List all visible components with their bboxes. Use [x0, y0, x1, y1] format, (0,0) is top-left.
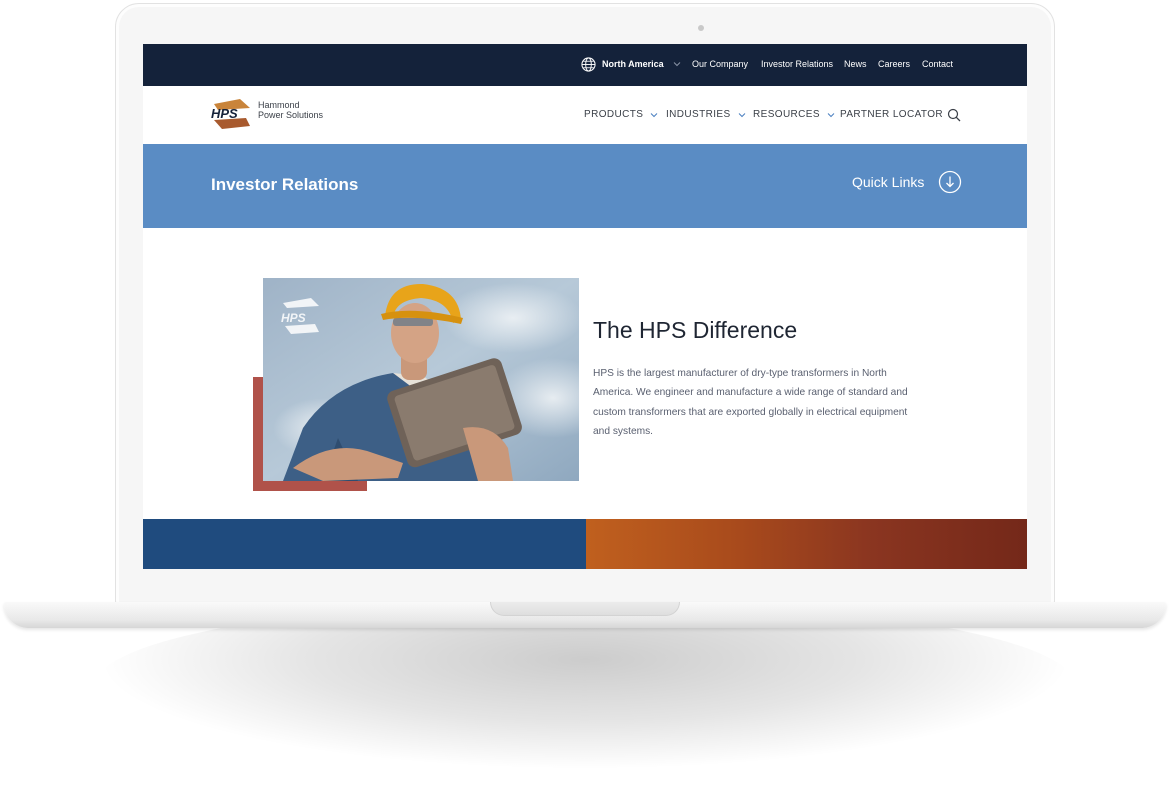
link-news[interactable]: News	[844, 59, 867, 69]
nav-industries[interactable]: INDUSTRIES	[666, 109, 746, 120]
hps-logo-mark: HPS	[211, 99, 250, 129]
section-body: HPS is the largest manufacturer of dry-t…	[593, 368, 908, 437]
svg-text:HPS: HPS	[281, 311, 306, 325]
link-careers[interactable]: Careers	[878, 59, 910, 69]
logo-line-2: Power Solutions	[258, 110, 324, 120]
arrow-down-circle-icon	[939, 170, 962, 194]
link-investor-relations[interactable]: Investor Relations	[761, 59, 833, 69]
chevron-down-icon	[673, 62, 681, 67]
nav-resources-label: RESOURCES	[753, 109, 820, 120]
nav-products-label: PRODUCTS	[584, 109, 644, 120]
page-title: Investor Relations	[211, 175, 359, 194]
nav-resources[interactable]: RESOURCES	[753, 109, 835, 120]
nav-products[interactable]: PRODUCTS	[584, 109, 658, 120]
nav-partner-locator[interactable]: PARTNER LOCATOR	[840, 109, 943, 120]
logo-line-1: Hammond	[258, 100, 300, 110]
link-our-company[interactable]: Our Company	[692, 59, 748, 69]
laptop-camera	[698, 25, 704, 31]
svg-text:HPS: HPS	[211, 106, 238, 121]
region-label: North America	[602, 59, 664, 69]
region-selector[interactable]: North America	[581, 56, 681, 72]
main-navigation: HPS Hammond Power Solutions PRODUCTS IND…	[143, 86, 1027, 144]
search-icon[interactable]	[947, 108, 961, 122]
worker-photo: HPS	[263, 278, 579, 481]
page-banner: Investor Relations Quick Links	[143, 144, 1027, 228]
nav-industries-label: INDUSTRIES	[666, 109, 731, 120]
browser-screen: North America Our Company Investor Relat…	[143, 44, 1027, 569]
chevron-down-icon	[738, 112, 745, 117]
quick-links-button[interactable]: Quick Links	[852, 170, 962, 194]
logo-wordmark: Hammond Power Solutions	[258, 100, 323, 120]
footer-band-orange	[586, 519, 1027, 569]
section-title: The HPS Difference	[593, 317, 798, 343]
quick-links-label: Quick Links	[852, 174, 925, 190]
utility-bar: North America Our Company Investor Relat…	[143, 44, 1027, 86]
globe-icon	[581, 56, 596, 72]
link-contact[interactable]: Contact	[922, 59, 953, 69]
nav-partner-locator-label: PARTNER LOCATOR	[840, 109, 944, 120]
chevron-down-icon	[827, 112, 835, 117]
chevron-down-icon	[650, 112, 658, 117]
footer-band-blue	[143, 519, 586, 569]
laptop-notch	[490, 602, 680, 616]
